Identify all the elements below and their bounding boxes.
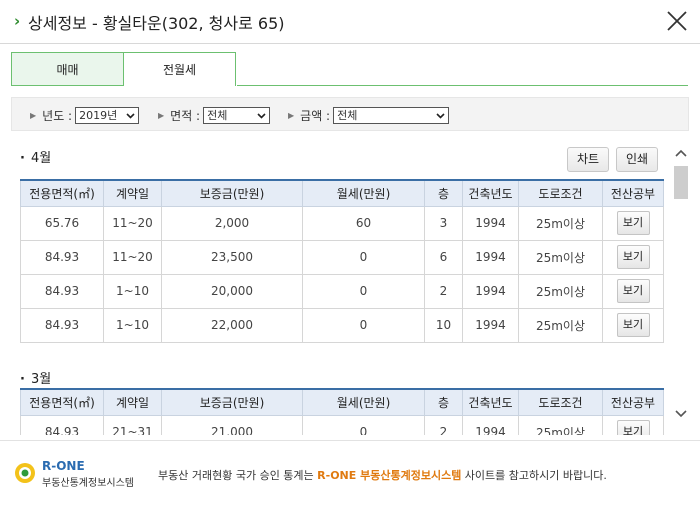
- area-label: 면적 :: [170, 108, 201, 123]
- tab-divider: [237, 85, 688, 86]
- dialog-title: 상세정보 - 황실타운(302, 청사로 65): [28, 14, 285, 33]
- r-one-link[interactable]: R-ONE 부동산통계정보시스템: [317, 469, 461, 482]
- year-select[interactable]: 2019년: [75, 106, 140, 124]
- amount-select[interactable]: 전체: [333, 106, 450, 124]
- brand-subtitle: 부동산통계정보시스템: [42, 478, 134, 489]
- triangle-right-icon: ▶: [158, 110, 165, 120]
- column-header: 보증금(만원): [161, 388, 303, 416]
- chevron-right-icon: ›: [14, 12, 21, 30]
- table-row: 84.93 21~31 21,000 0 2 1994 25m이상 보기: [20, 414, 664, 435]
- tab-sale[interactable]: 매매: [11, 52, 124, 86]
- print-button[interactable]: 인쇄: [616, 147, 658, 172]
- footer: R-ONE 부동산통계정보시스템 부동산 거래현황 국가 승인 통계는 R-ON…: [0, 440, 700, 505]
- close-icon[interactable]: [664, 8, 690, 34]
- scroll-down-icon[interactable]: [673, 405, 689, 421]
- view-button[interactable]: 보기: [616, 279, 650, 303]
- r-one-logo-icon: [15, 463, 35, 483]
- view-button[interactable]: 보기: [616, 420, 650, 435]
- table-row: 84.93 1~10 22,000 0 10 1994 25m이상 보기: [20, 307, 664, 343]
- chart-button[interactable]: 차트: [567, 147, 609, 172]
- column-header: 건축년도: [462, 388, 519, 416]
- column-header: 전용면적(㎡): [20, 388, 104, 416]
- column-header: 월세(만원): [302, 179, 425, 207]
- amount-label: 금액 :: [300, 108, 331, 123]
- table-row: 84.93 1~10 20,000 0 2 1994 25m이상 보기: [20, 273, 664, 309]
- tab-rent[interactable]: 전월세: [123, 52, 236, 86]
- transactions-table-april: 전용면적(㎡) 계약일 보증금(만원) 월세(만원) 층 건축년도 도로조건 전…: [20, 179, 664, 343]
- table-row: 84.93 11~20 23,500 0 6 1994 25m이상 보기: [20, 239, 664, 275]
- column-header: 월세(만원): [302, 388, 425, 416]
- transactions-table-march: 전용면적(㎡) 계약일 보증금(만원) 월세(만원) 층 건축년도 도로조건 전…: [20, 388, 664, 435]
- year-label: 년도 :: [42, 108, 73, 123]
- column-header: 도로조건: [518, 179, 603, 207]
- column-header: 계약일: [103, 388, 162, 416]
- column-header: 보증금(만원): [161, 179, 303, 207]
- triangle-right-icon: ▶: [288, 110, 295, 120]
- table-row: 65.76 11~20 2,000 60 3 1994 25m이상 보기: [20, 205, 664, 241]
- column-header: 전산공부: [602, 388, 664, 416]
- year-filter: ▶ 년도 : 2019년: [30, 106, 140, 124]
- column-header: 층: [424, 388, 463, 416]
- view-button[interactable]: 보기: [616, 211, 650, 235]
- column-header: 층: [424, 179, 463, 207]
- area-select[interactable]: 전체: [203, 106, 271, 124]
- tab-bar: 매매 전월세: [11, 52, 689, 86]
- view-button[interactable]: 보기: [616, 313, 650, 337]
- results-panel: · 4월 차트 인쇄 전용면적(㎡) 계약일 보증금(만원) 월세(만원) 층 건…: [0, 138, 670, 435]
- column-header: 계약일: [103, 179, 162, 207]
- month-heading: · 3월: [20, 372, 52, 387]
- column-header: 건축년도: [462, 179, 519, 207]
- footer-notice: 부동산 거래현황 국가 승인 통계는 R-ONE 부동산통계정보시스템 사이트를…: [158, 469, 607, 482]
- chevron-down-icon: [126, 112, 135, 119]
- scrollbar-thumb[interactable]: [674, 166, 688, 199]
- column-header: 전산공부: [602, 179, 664, 207]
- table-header-row: 전용면적(㎡) 계약일 보증금(만원) 월세(만원) 층 건축년도 도로조건 전…: [20, 179, 664, 207]
- r-one-logo: R-ONE 부동산통계정보시스템: [14, 459, 144, 491]
- vertical-scrollbar[interactable]: [673, 143, 689, 425]
- chevron-down-icon: [436, 112, 445, 119]
- scroll-up-icon[interactable]: [673, 146, 689, 162]
- view-button[interactable]: 보기: [616, 245, 650, 269]
- column-header: 전용면적(㎡): [20, 179, 104, 207]
- area-filter: ▶ 면적 : 전체: [158, 106, 271, 124]
- filter-bar: ▶ 년도 : 2019년 ▶ 면적 : 전체 ▶ 금액 : 전체: [11, 97, 689, 131]
- dialog-header: › 상세정보 - 황실타운(302, 청사로 65): [0, 0, 700, 44]
- triangle-right-icon: ▶: [30, 110, 37, 120]
- table-header-row: 전용면적(㎡) 계약일 보증금(만원) 월세(만원) 층 건축년도 도로조건 전…: [20, 388, 664, 416]
- column-header: 도로조건: [518, 388, 603, 416]
- month-heading: · 4월: [20, 151, 52, 166]
- amount-filter: ▶ 금액 : 전체: [288, 106, 450, 124]
- brand-name: R-ONE: [42, 459, 85, 473]
- chevron-down-icon: [257, 112, 266, 119]
